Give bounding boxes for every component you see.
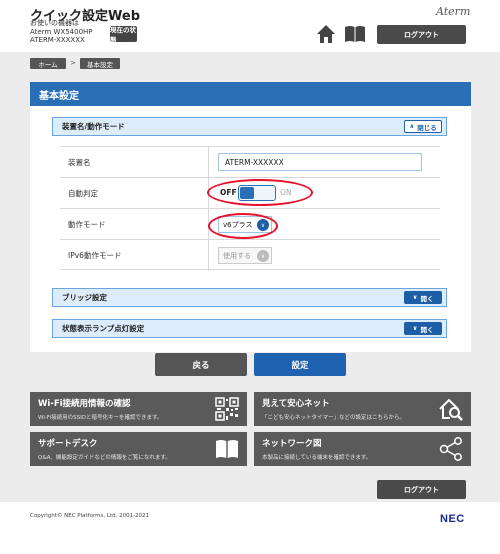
setting-label: 装置名 — [68, 158, 91, 167]
section-header-bridge[interactable]: ブリッジ設定 ∨ 開く — [52, 288, 447, 307]
highlight-annotation — [207, 179, 313, 206]
apply-button[interactable]: 設定 — [254, 353, 346, 376]
section-title: 状態表示ランプ点灯設定 — [62, 324, 145, 333]
network-share-icon — [439, 437, 462, 461]
copyright: Copyright© NEC Platforms, Ltd. 2001-2021 — [30, 513, 150, 519]
tile-title: ネットワーク図 — [262, 439, 322, 449]
house-magnifier-icon — [439, 398, 463, 421]
ipv6-mode-select: 使用する ∨ — [218, 247, 272, 264]
footer — [0, 502, 500, 554]
tile-network-map[interactable]: ネットワーク図 本製品に接続している端末を確認できます。 — [254, 432, 471, 466]
tile-safety-net[interactable]: 見えて安心ネット 「こども安心ネットタイマー」などの設定はこちらから。 — [254, 392, 471, 426]
expand-button[interactable]: ∨ 開く — [404, 291, 442, 304]
breadcrumb-separator: > — [70, 59, 76, 67]
page-title: 基本設定 — [30, 82, 471, 106]
tile-description: Wi-Fi接続用のSSIDと暗号化キーを確認できます。 — [38, 415, 163, 421]
section-header-device-mode[interactable]: 装置名/動作モード ∧ 閉じる — [52, 117, 447, 136]
setting-label: 自動判定 — [68, 189, 98, 198]
section-title: ブリッジ設定 — [62, 293, 107, 302]
expand-label: 開く — [420, 325, 434, 334]
qr-code-icon — [215, 397, 239, 421]
book-icon — [216, 440, 238, 458]
device-model: Aterm WX5400HP — [30, 27, 93, 36]
device-name-input[interactable]: ATERM-XXXXXX — [218, 153, 422, 171]
setting-row-device-name: 装置名 ATERM-XXXXXX — [60, 146, 440, 178]
device-name: ATERM-XXXXXX — [30, 36, 85, 44]
tile-description: 本製品に接続している端末を確認できます。 — [262, 455, 372, 461]
breadcrumb-current: 基本設定 — [80, 58, 120, 69]
chevron-down-icon: ∨ — [412, 294, 418, 301]
device-info: お使いの機器は Aterm WX5400HP ATERM-XXXXXX — [30, 19, 93, 45]
tile-title: サポートデスク — [38, 439, 98, 449]
tile-wifi-info[interactable]: Wi-Fi接続用情報の確認 Wi-Fi接続用のSSIDと暗号化キーを確認できます… — [30, 392, 247, 426]
aterm-logo: Aterm — [436, 5, 471, 18]
nec-logo: NEC — [440, 513, 465, 525]
column-divider — [208, 147, 209, 178]
section-title: 装置名/動作モード — [62, 122, 125, 131]
book-icon[interactable] — [344, 24, 366, 44]
tile-support-desk[interactable]: サポートデスク Q&A、機能設定ガイドなどの情報をご覧になれます。 — [30, 432, 247, 466]
header: クイック設定Web お使いの機器は Aterm WX5400HP ATERM-X… — [0, 0, 500, 52]
chevron-down-icon: ∨ — [412, 325, 418, 332]
section-header-led[interactable]: 状態表示ランプ点灯設定 ∨ 開く — [52, 319, 447, 338]
column-divider — [208, 240, 209, 271]
tile-description: Q&A、機能設定ガイドなどの情報をご覧になれます。 — [38, 455, 171, 461]
tile-description: 「こども安心ネットタイマー」などの設定はこちらから。 — [262, 415, 406, 421]
collapse-button[interactable]: ∧ 閉じる — [404, 120, 442, 133]
home-icon[interactable] — [316, 24, 336, 44]
current-status-button[interactable]: 現在の状態 — [110, 26, 137, 44]
collapse-label: 閉じる — [417, 123, 437, 132]
breadcrumb-home[interactable]: ホーム — [30, 58, 66, 69]
chevron-down-icon: ∨ — [257, 250, 269, 262]
back-button[interactable]: 戻る — [155, 353, 247, 376]
logout-button-bottom[interactable]: ログアウト — [377, 480, 466, 499]
chevron-up-icon: ∧ — [409, 123, 415, 130]
tile-title: Wi-Fi接続用情報の確認 — [38, 399, 131, 409]
tile-title: 見えて安心ネット — [262, 399, 330, 409]
highlight-annotation — [208, 213, 278, 239]
setting-label: IPv6動作モード — [68, 251, 122, 260]
expand-label: 開く — [420, 294, 434, 303]
expand-button[interactable]: ∨ 開く — [404, 322, 442, 335]
setting-label: 動作モード — [68, 220, 106, 229]
setting-row-ipv6-mode: IPv6動作モード 使用する ∨ — [60, 239, 440, 271]
device-info-line: お使いの機器は — [30, 19, 79, 27]
select-value: 使用する — [223, 251, 251, 260]
logout-button[interactable]: ログアウト — [377, 25, 466, 44]
